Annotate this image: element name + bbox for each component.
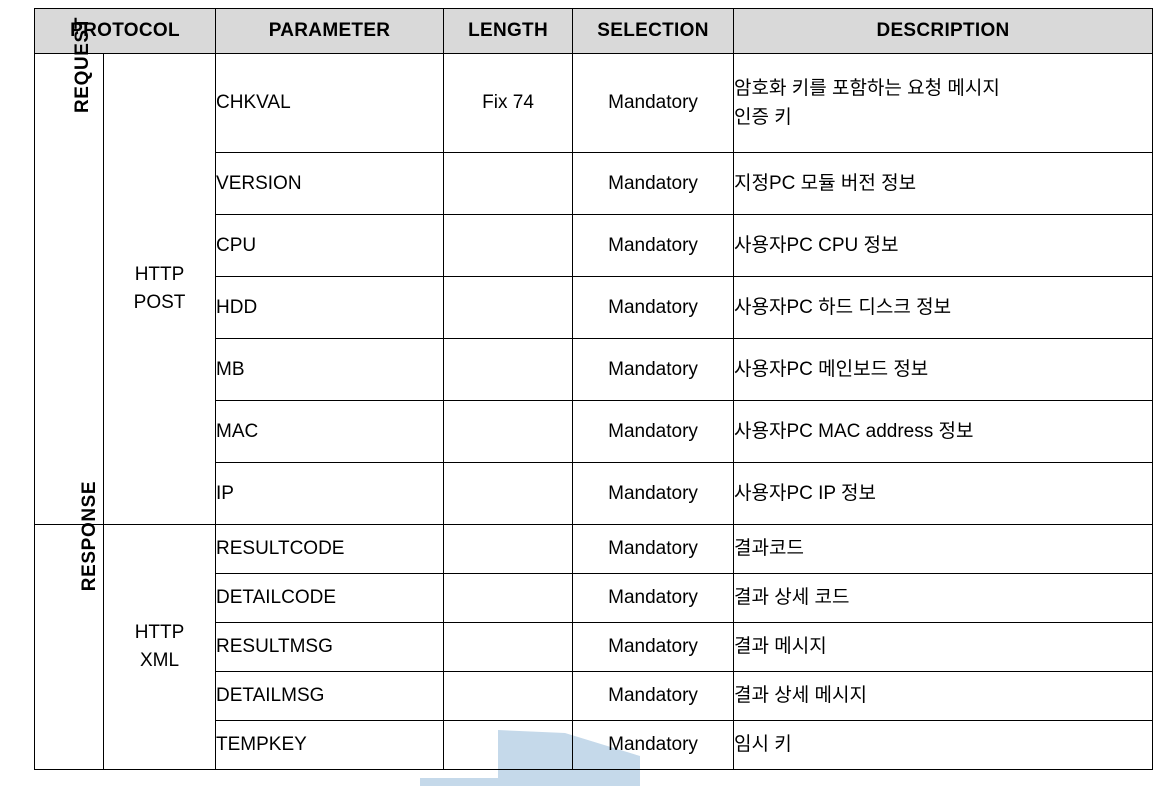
- cell-parameter: DETAILCODE: [215, 573, 445, 623]
- cell-parameter: CPU: [215, 214, 445, 277]
- column-header-description: DESCRIPTION: [733, 8, 1154, 54]
- cell-selection: Mandatory: [572, 53, 735, 153]
- cell-selection: Mandatory: [572, 276, 735, 339]
- cell-parameter: MB: [215, 338, 445, 401]
- cell-length: Fix 74: [443, 53, 574, 153]
- description-line: 결과 상세 코드: [734, 587, 850, 609]
- cell-description: 결과 상세 코드: [733, 573, 1154, 623]
- watermark-shape-left: [420, 778, 500, 786]
- cell-description: 사용자PC IP 정보: [733, 462, 1154, 525]
- cell-parameter: CHKVAL: [215, 53, 445, 153]
- cell-description: 지정PC 모듈 버전 정보: [733, 152, 1154, 215]
- cell-length: [443, 671, 574, 721]
- table-header: PROTOCOL PARAMETER LENGTH SELECTION DESC…: [33, 8, 1154, 54]
- description-line: 결과 메시지: [734, 636, 827, 658]
- cell-description: 결과코드: [733, 524, 1154, 574]
- column-header-length: LENGTH: [443, 8, 574, 54]
- description-line: 암호화 키를 포함하는 요청 메시지: [734, 77, 1000, 99]
- cell-parameter: HDD: [215, 276, 445, 339]
- cell-length: [443, 524, 574, 574]
- group-label-request-text: REQUEST: [72, 16, 94, 114]
- description-line: 사용자PC IP 정보: [734, 482, 876, 504]
- table-row: REQUEST HTTP POST CHKVAL Fix 74 Mandator…: [34, 17, 1154, 525]
- transport-line-1: HTTP: [134, 264, 185, 286]
- watermark-shape-mid: [512, 778, 575, 786]
- cell-length: [443, 276, 574, 339]
- cell-length: [443, 622, 574, 672]
- cell-selection: Mandatory: [572, 524, 735, 574]
- cell-length: [443, 400, 574, 463]
- cell-selection: Mandatory: [572, 671, 735, 721]
- transport-line-1: HTTP: [134, 622, 185, 644]
- cell-selection: Mandatory: [572, 400, 735, 463]
- cell-description: 사용자PC MAC address 정보: [733, 400, 1154, 463]
- protocol-specification-table: PROTOCOL PARAMETER LENGTH SELECTION DESC…: [33, 8, 1154, 770]
- group-label-response-text: RESPONSE: [79, 480, 101, 592]
- cell-length: [443, 462, 574, 525]
- cell-selection: Mandatory: [572, 152, 735, 215]
- description-line: 인증 키: [734, 107, 792, 128]
- cell-parameter: TEMPKEY: [215, 720, 445, 770]
- cell-selection: Mandatory: [572, 573, 735, 623]
- description-line: 결과코드: [734, 538, 804, 560]
- column-header-protocol: PROTOCOL: [33, 8, 217, 54]
- description-line: 사용자PC 메인보드 정보: [734, 358, 929, 380]
- cell-parameter: VERSION: [215, 152, 445, 215]
- header-row: PROTOCOL PARAMETER LENGTH SELECTION DESC…: [33, 8, 1154, 54]
- column-header-selection: SELECTION: [572, 8, 735, 54]
- transport-line-2: POST: [133, 292, 186, 313]
- cell-length: [443, 152, 574, 215]
- cell-selection: Mandatory: [572, 462, 735, 525]
- column-header-parameter: PARAMETER: [215, 8, 445, 54]
- description-line: 임시 키: [734, 734, 792, 756]
- cell-selection: Mandatory: [572, 214, 735, 277]
- cell-length: [443, 214, 574, 277]
- cell-parameter: RESULTCODE: [215, 524, 445, 574]
- cell-selection: Mandatory: [572, 338, 735, 401]
- table-row: RESPONSE HTTP XML RESULTCODE Mandatory 결…: [34, 481, 1154, 770]
- cell-description: 사용자PC CPU 정보: [733, 214, 1154, 277]
- cell-description: 결과 메시지: [733, 622, 1154, 672]
- table-body: REQUEST HTTP POST CHKVAL Fix 74 Mandator…: [34, 17, 1154, 770]
- group-label-request: REQUEST: [34, 17, 104, 525]
- cell-parameter: MAC: [215, 400, 445, 463]
- description-line: 사용자PC 하드 디스크 정보: [734, 296, 952, 318]
- cell-description: 임시 키: [733, 720, 1154, 770]
- cell-length: [443, 720, 574, 770]
- transport-label-request: HTTP POST: [102, 53, 217, 525]
- description-line: 사용자PC CPU 정보: [734, 234, 899, 256]
- description-line: 결과 상세 메시지: [734, 685, 867, 707]
- cell-parameter: RESULTMSG: [215, 622, 445, 672]
- cell-parameter: IP: [215, 462, 445, 525]
- description-line: 지정PC 모듈 버전 정보: [734, 172, 917, 194]
- group-label-response: RESPONSE: [34, 481, 104, 770]
- cell-selection: Mandatory: [572, 622, 735, 672]
- cell-selection: Mandatory: [572, 720, 735, 770]
- cell-description: 암호화 키를 포함하는 요청 메시지 인증 키: [733, 53, 1154, 153]
- cell-parameter: DETAILMSG: [215, 671, 445, 721]
- cell-description: 결과 상세 메시지: [733, 671, 1154, 721]
- cell-description: 사용자PC 메인보드 정보: [733, 338, 1154, 401]
- cell-length: [443, 573, 574, 623]
- description-line: 사용자PC MAC address 정보: [734, 420, 974, 442]
- transport-line-2: XML: [139, 650, 180, 671]
- cell-length: [443, 338, 574, 401]
- transport-label-response: HTTP XML: [102, 524, 217, 770]
- cell-description: 사용자PC 하드 디스크 정보: [733, 276, 1154, 339]
